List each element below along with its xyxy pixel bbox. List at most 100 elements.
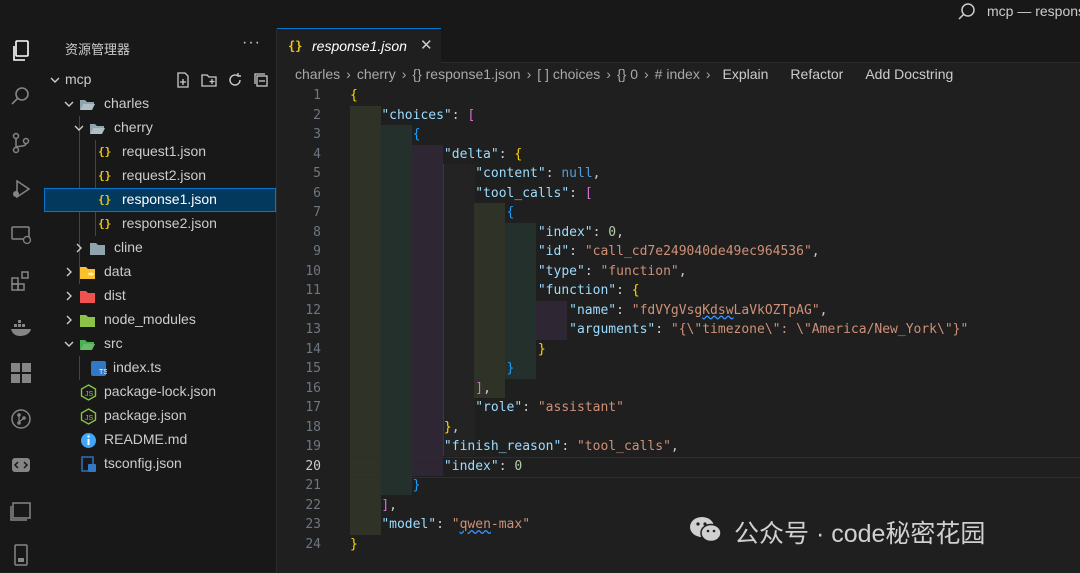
code-line: 2 "choices": [ xyxy=(313,107,476,123)
chevron-down-icon xyxy=(64,97,74,111)
code-line: 9 "id": "call_cd7e249040de49ec964536", xyxy=(313,244,820,259)
title-bar: mcp — respons xyxy=(0,0,1080,28)
code-line: 8 "index": 0, xyxy=(313,224,624,240)
breadcrumb-item[interactable]: charles xyxy=(295,66,340,82)
code-line: 12 "name": "fdVYgVsgKdswLaVkOZTpAG", xyxy=(305,302,828,318)
tree-item-index-ts[interactable]: TS index.ts xyxy=(44,356,276,380)
dist-folder-icon xyxy=(79,288,96,305)
code-line: 4 "delta": { xyxy=(313,146,523,162)
breadcrumb-item[interactable]: {} response1.json xyxy=(412,66,520,82)
tree-item-cline[interactable]: cline xyxy=(44,236,276,260)
tree-item-readme[interactable]: README.md xyxy=(44,428,276,452)
src-folder-icon xyxy=(79,336,96,353)
chevron-right-icon: › xyxy=(644,66,649,82)
json-file-icon: {} xyxy=(288,39,303,53)
search-view-icon[interactable] xyxy=(8,84,34,110)
git-graph-icon[interactable] xyxy=(8,406,34,432)
code-line: 19 "finish_reason": "tool_calls", xyxy=(305,439,679,454)
tree-item-package-lock[interactable]: JS package-lock.json xyxy=(44,380,276,404)
npm-file-icon: JS xyxy=(80,408,97,425)
npm-file-icon: JS xyxy=(80,384,97,401)
code-line: 7 { xyxy=(313,205,515,220)
more-actions-icon[interactable]: ··· xyxy=(242,34,261,52)
json-file-icon: {} xyxy=(98,193,112,206)
codelens-add-docstring[interactable]: Add Docstring xyxy=(865,66,953,82)
source-control-icon[interactable] xyxy=(8,130,34,156)
tree-item-src[interactable]: src xyxy=(44,332,276,356)
panels-icon[interactable] xyxy=(8,498,34,524)
chevron-right-icon: › xyxy=(606,66,611,82)
code-line: 21 } xyxy=(305,478,421,493)
tree-item-label: charles xyxy=(104,95,150,111)
breadcrumb-item[interactable]: [ ] choices xyxy=(537,66,600,82)
chevron-right-icon xyxy=(64,289,74,303)
wechat-logo-icon xyxy=(688,515,724,545)
json-file-icon: {} xyxy=(98,145,112,158)
tree-item-tsconfig[interactable]: tsconfig.json xyxy=(44,452,276,476)
explorer-icon[interactable] xyxy=(8,38,34,64)
tree-item-node-modules[interactable]: node_modules xyxy=(44,308,276,332)
tree-item-data[interactable]: data xyxy=(44,260,276,284)
svg-text:JS: JS xyxy=(85,391,94,398)
tree-item-dist[interactable]: dist xyxy=(44,284,276,308)
grid-icon[interactable] xyxy=(8,360,34,386)
remote-explorer-icon[interactable] xyxy=(8,222,34,248)
tree-item-label: package.json xyxy=(104,407,187,423)
tree-item-response1[interactable]: {} response1.json xyxy=(44,188,276,212)
tree-item-label: response2.json xyxy=(122,215,217,231)
folder-open-icon xyxy=(79,96,96,113)
tree-item-label: request2.json xyxy=(122,167,207,183)
tree-item-mcp[interactable]: mcp xyxy=(44,68,276,92)
code-line: 16 ], xyxy=(305,380,491,396)
tree-item-charles[interactable]: charles xyxy=(44,92,276,116)
tree-item-cherry[interactable]: cherry xyxy=(44,116,276,140)
tree-item-label: mcp xyxy=(65,71,92,87)
code-line: 5 "content": null, xyxy=(313,166,601,181)
tree-item-request1[interactable]: {} request1.json xyxy=(44,140,276,164)
code-line: 22 ], xyxy=(305,497,397,513)
code-line: 18 }, xyxy=(305,419,460,435)
tree-item-label: package-lock.json xyxy=(104,383,217,399)
breadcrumb-item[interactable]: {} 0 xyxy=(617,66,638,82)
tree-item-response2[interactable]: {} response2.json xyxy=(44,212,276,236)
code-line: 13 "arguments": "{\"timezone\": \"Americ… xyxy=(305,322,969,337)
chevron-right-icon: › xyxy=(401,66,407,82)
codelens-explain[interactable]: Explain xyxy=(723,66,769,82)
tree-item-label: cline xyxy=(114,239,143,255)
run-debug-icon[interactable] xyxy=(8,176,34,202)
tab-response1-json[interactable]: {} response1.json ✕ xyxy=(277,28,441,64)
tree-item-label: data xyxy=(104,263,132,279)
code-line: 3 { xyxy=(313,127,421,142)
code-line: 6 "tool_calls": [ xyxy=(313,185,593,201)
search-icon[interactable] xyxy=(957,2,977,22)
tree-item-package-json[interactable]: JS package.json xyxy=(44,404,276,428)
activity-bar xyxy=(0,28,45,572)
code-line: 10 "type": "function", xyxy=(305,263,687,279)
svg-text:TS: TS xyxy=(99,369,107,376)
chevron-down-icon xyxy=(64,337,74,351)
tree-item-label: request1.json xyxy=(122,143,207,159)
breadcrumb-item[interactable]: # index xyxy=(655,66,700,82)
close-icon[interactable]: ✕ xyxy=(420,36,433,54)
tree-item-label: src xyxy=(104,335,123,351)
code-editor[interactable]: 1{ 2 "choices": [ 3 { 4 "delta": { 5 "co… xyxy=(277,86,1080,572)
codelens-refactor[interactable]: Refactor xyxy=(790,66,843,82)
code-line: 14 } xyxy=(305,341,546,357)
code-line: 11 "function": { xyxy=(305,283,640,298)
chevron-right-icon xyxy=(74,241,84,255)
chevron-right-icon: › xyxy=(705,66,711,82)
extensions-icon[interactable] xyxy=(8,268,34,294)
tree-item-request2[interactable]: {} request2.json xyxy=(44,164,276,188)
info-icon xyxy=(80,432,97,449)
folder-icon xyxy=(89,240,106,257)
breadcrumb-item[interactable]: cherry xyxy=(357,66,396,82)
typescript-file-icon: TS xyxy=(90,360,108,377)
docker-icon[interactable] xyxy=(8,314,34,340)
tree-item-label: response1.json xyxy=(122,191,217,207)
editor-tabs: {} response1.json ✕ xyxy=(277,28,1080,64)
tab-label: response1.json xyxy=(312,38,407,54)
device-icon[interactable] xyxy=(8,542,34,568)
tsconfig-file-icon xyxy=(80,456,97,473)
folder-open-icon xyxy=(89,120,106,137)
code-snippet-icon[interactable] xyxy=(8,452,34,478)
